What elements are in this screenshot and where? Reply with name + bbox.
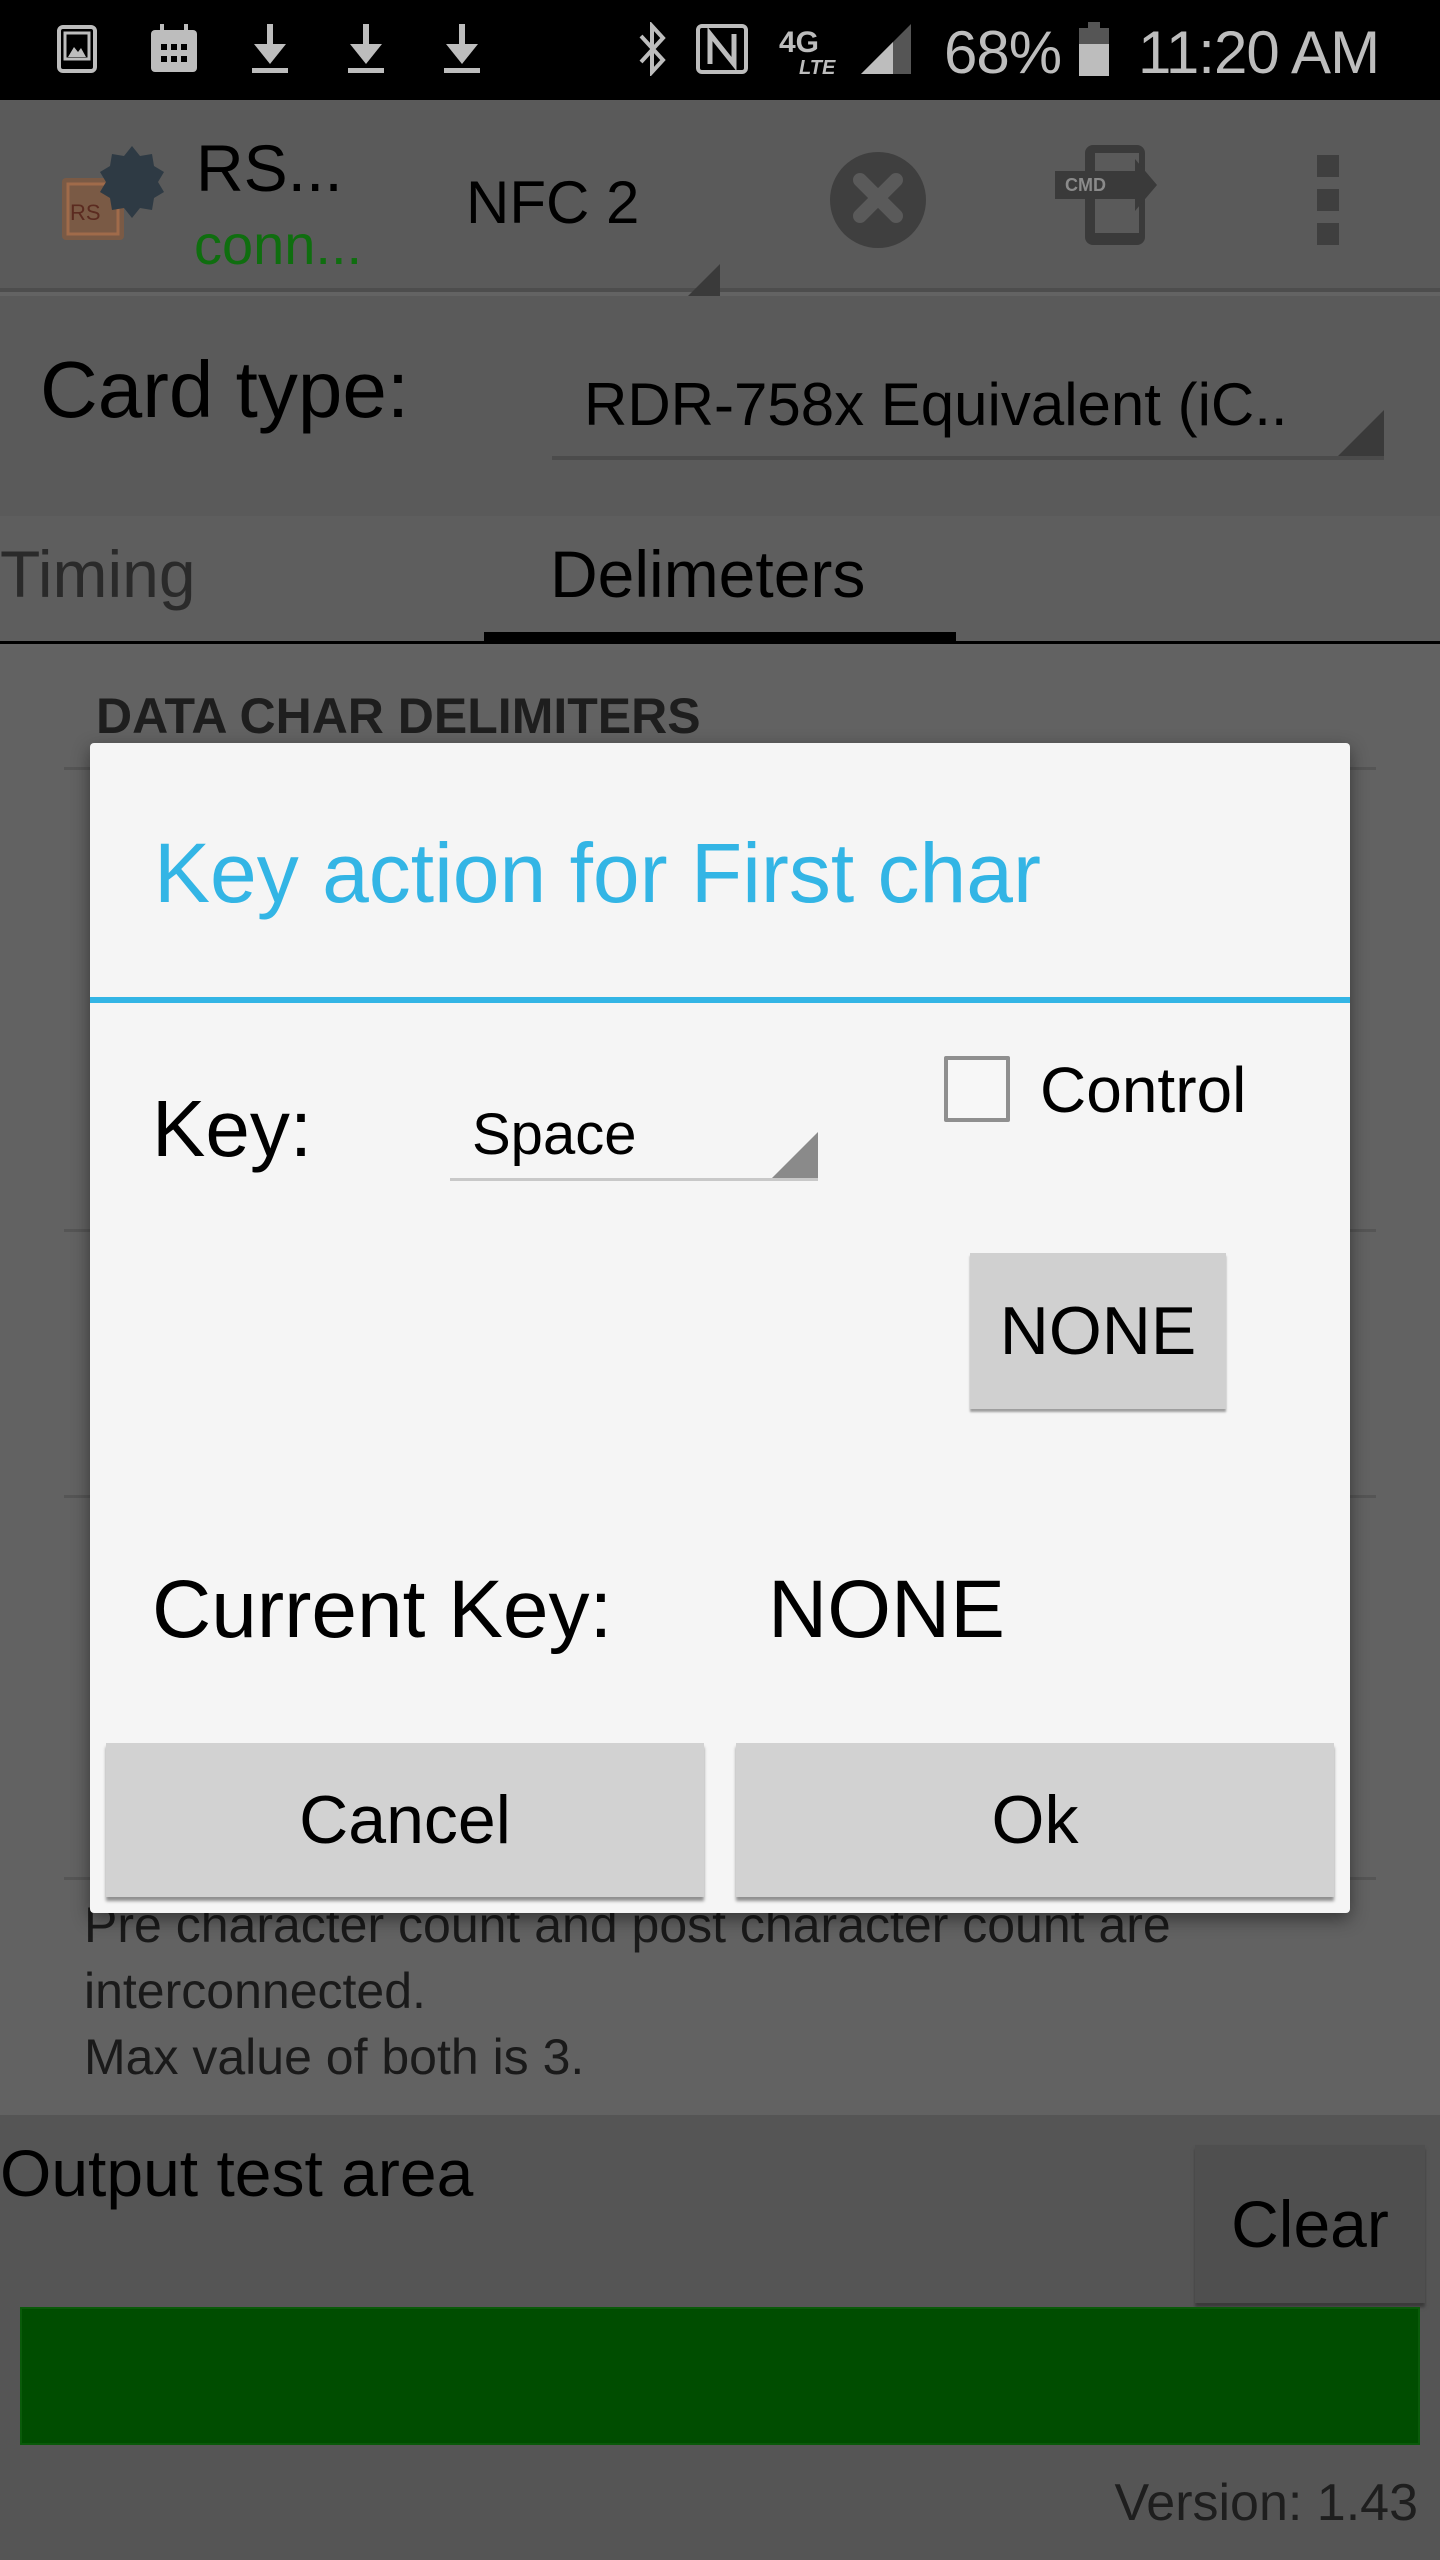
reader-spinner-value: NFC 2: [466, 169, 640, 236]
clear-button[interactable]: Clear: [1195, 2145, 1425, 2303]
spinner-arrow-icon: [1338, 410, 1384, 456]
key-spinner-value: Space: [472, 1102, 637, 1167]
toolbar: RS RS... conn... NFC 2 CMD: [0, 100, 1440, 310]
status-bar: 4G LTE 68% 11:20 AM: [0, 0, 1440, 100]
svg-text:RS: RS: [70, 200, 101, 225]
download-icon: [342, 24, 390, 74]
download-icon: [246, 24, 294, 74]
note-line: Max value of both is 3.: [84, 2029, 585, 2085]
current-key-label: Current Key:: [152, 1564, 613, 1655]
close-circle-icon: [848, 168, 908, 233]
dialog-title: Key action for First char: [154, 826, 1041, 920]
card-type-label: Card type:: [40, 345, 410, 434]
overflow-menu-button[interactable]: [1310, 155, 1346, 245]
output-test-area[interactable]: [20, 2307, 1420, 2445]
note-text: Pre character count and post character c…: [84, 1892, 1171, 2090]
card-type-spinner[interactable]: RDR-758x Equivalent (iC..: [552, 360, 1384, 460]
card-type-row: Card type: RDR-758x Equivalent (iC..: [0, 296, 1440, 516]
key-spinner[interactable]: Space: [450, 1093, 818, 1181]
cancel-button[interactable]: Cancel: [106, 1743, 704, 1897]
output-section: Output test area Clear Version: 1.43: [0, 2115, 1440, 2560]
more-vert-icon: [1317, 155, 1339, 177]
output-label: Output test area: [0, 2136, 474, 2210]
bluetooth-icon: [632, 22, 674, 76]
ok-button[interactable]: Ok: [736, 1743, 1334, 1897]
svg-text:LTE: LTE: [799, 57, 836, 76]
control-checkbox[interactable]: [944, 1056, 1010, 1122]
none-button[interactable]: NONE: [970, 1253, 1226, 1409]
calendar-icon: [146, 24, 202, 74]
download-icon: [438, 24, 486, 74]
app-logo-icon: RS: [56, 140, 166, 250]
svg-text:CMD: CMD: [1065, 175, 1106, 195]
cmd-button[interactable]: CMD: [1055, 145, 1175, 250]
section-title: DATA CHAR DELIMITERS: [96, 688, 701, 744]
svg-text:4G: 4G: [779, 26, 819, 59]
note-line: interconnected.: [84, 1963, 426, 2019]
nfc-icon: [694, 24, 750, 74]
signal-icon: [858, 24, 914, 74]
connection-status: conn...: [194, 213, 363, 276]
disconnect-button[interactable]: [830, 152, 926, 248]
battery-icon: [1076, 22, 1112, 76]
version-label: Version: 1.43: [1114, 2474, 1418, 2532]
tab-bar: Timing Delimeters: [0, 516, 1440, 644]
key-label: Key:: [152, 1084, 313, 1173]
key-action-dialog: Key action for First char Key: Space Con…: [90, 743, 1350, 1913]
card-type-value: RDR-758x Equivalent (iC..: [584, 371, 1288, 438]
gallery-icon: [52, 24, 102, 74]
app-title: RS...: [196, 131, 343, 205]
cmd-icon: CMD: [1055, 145, 1175, 254]
reader-spinner[interactable]: NFC 2: [460, 160, 720, 310]
tab-timing[interactable]: Timing: [0, 536, 196, 612]
dialog-title-divider: [90, 997, 1350, 1003]
tab-delimeters[interactable]: Delimeters: [550, 536, 865, 612]
active-tab-indicator: [484, 632, 956, 642]
4g-lte-icon: 4G LTE: [778, 24, 838, 76]
screen: 4G LTE 68% 11:20 AM RS RS... conn... NFC …: [0, 0, 1440, 2560]
control-label[interactable]: Control: [1040, 1053, 1246, 1127]
current-key-value: NONE: [768, 1564, 1005, 1655]
clock: 11:20 AM: [1138, 19, 1380, 86]
battery-percent: 68%: [944, 19, 1062, 86]
spinner-arrow-icon: [772, 1132, 818, 1178]
